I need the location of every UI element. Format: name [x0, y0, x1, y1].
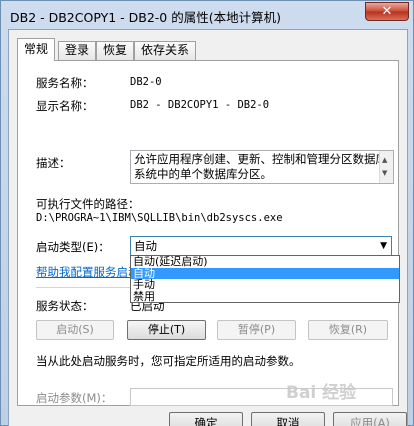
description-label: 描述：	[36, 156, 71, 170]
service-status-label: 服务状态：	[36, 299, 94, 313]
apply-button[interactable]: 应用(A)	[333, 412, 407, 426]
properties-window: DB2 - DB2COPY1 - DB2-0 的属性(本地计算机) ✕ 常规 登…	[0, 0, 414, 426]
help-configure-link[interactable]: 帮助我配置服务启动	[36, 264, 140, 280]
option-auto-delayed[interactable]: 自动(延迟启动)	[131, 256, 399, 268]
tab-general[interactable]: 常规	[17, 38, 56, 61]
startup-type-value: 自动	[134, 239, 157, 253]
description-box[interactable]: 允许应用程序创建、更新、控制和管理分区数据库系统中的单个数据库分区。 ▲ ▼	[130, 150, 394, 184]
pause-button[interactable]: 暂停(P)	[217, 320, 296, 340]
window-title: DB2 - DB2COPY1 - DB2-0 的属性(本地计算机)	[10, 10, 281, 25]
startup-type-label: 启动类型(E)：	[36, 240, 110, 254]
title-bar: DB2 - DB2COPY1 - DB2-0 的属性(本地计算机) ✕	[1, 1, 413, 29]
exe-path-value: D:\PROGRA~1\IBM\SQLLIB\bin\db2syscs.exe	[36, 212, 283, 224]
watermark-logo: Bai 经验	[286, 383, 357, 403]
dialog-client: 常规 登录 恢复 依存关系 服务名称： DB2-0 显示名称： DB2 - DB…	[8, 29, 408, 426]
tab-dependencies[interactable]: 依存关系	[134, 41, 197, 60]
service-name-label: 服务名称：	[36, 76, 94, 90]
close-button[interactable]: ✕	[365, 2, 409, 21]
tab-recovery[interactable]: 恢复	[96, 41, 135, 60]
start-params-label: 启动参数(M)：	[36, 391, 113, 405]
tab-logon[interactable]: 登录	[58, 41, 97, 60]
description-text: 允许应用程序创建、更新、控制和管理分区数据库系统中的单个数据库分区。	[134, 152, 387, 181]
close-icon: ✕	[381, 4, 393, 19]
resume-button[interactable]: 恢复(R)	[308, 320, 388, 340]
startup-type-select[interactable]: 自动 ▼	[130, 236, 392, 256]
service-name-value: DB2-0	[130, 76, 162, 88]
chevron-down-icon[interactable]: ▼	[380, 237, 387, 255]
cancel-button[interactable]: 取消	[251, 412, 325, 426]
ok-button[interactable]: 确定	[169, 412, 243, 426]
start-hint-text: 当从此处启动服务时，您可指定所适用的启动参数。	[36, 354, 301, 368]
general-panel: 服务名称： DB2-0 显示名称： DB2 - DB2COPY1 - DB2-0…	[17, 60, 400, 406]
description-scrollbar[interactable]: ▲ ▼	[379, 151, 393, 183]
stop-button[interactable]: 停止(T)	[127, 320, 206, 340]
exe-path-label: 可执行文件的路径：	[36, 197, 140, 211]
option-auto[interactable]: 自动	[131, 267, 399, 279]
arrow-down-icon[interactable]: ▼	[382, 166, 387, 181]
option-disabled[interactable]: 禁用	[131, 291, 399, 303]
display-name-value: DB2 - DB2COPY1 - DB2-0	[130, 99, 270, 111]
option-manual[interactable]: 手动	[131, 279, 399, 291]
startup-type-dropdown[interactable]: 自动(延迟启动) 自动 手动 禁用	[130, 255, 400, 303]
start-button[interactable]: 启动(S)	[36, 320, 114, 340]
display-name-label: 显示名称：	[36, 99, 94, 113]
